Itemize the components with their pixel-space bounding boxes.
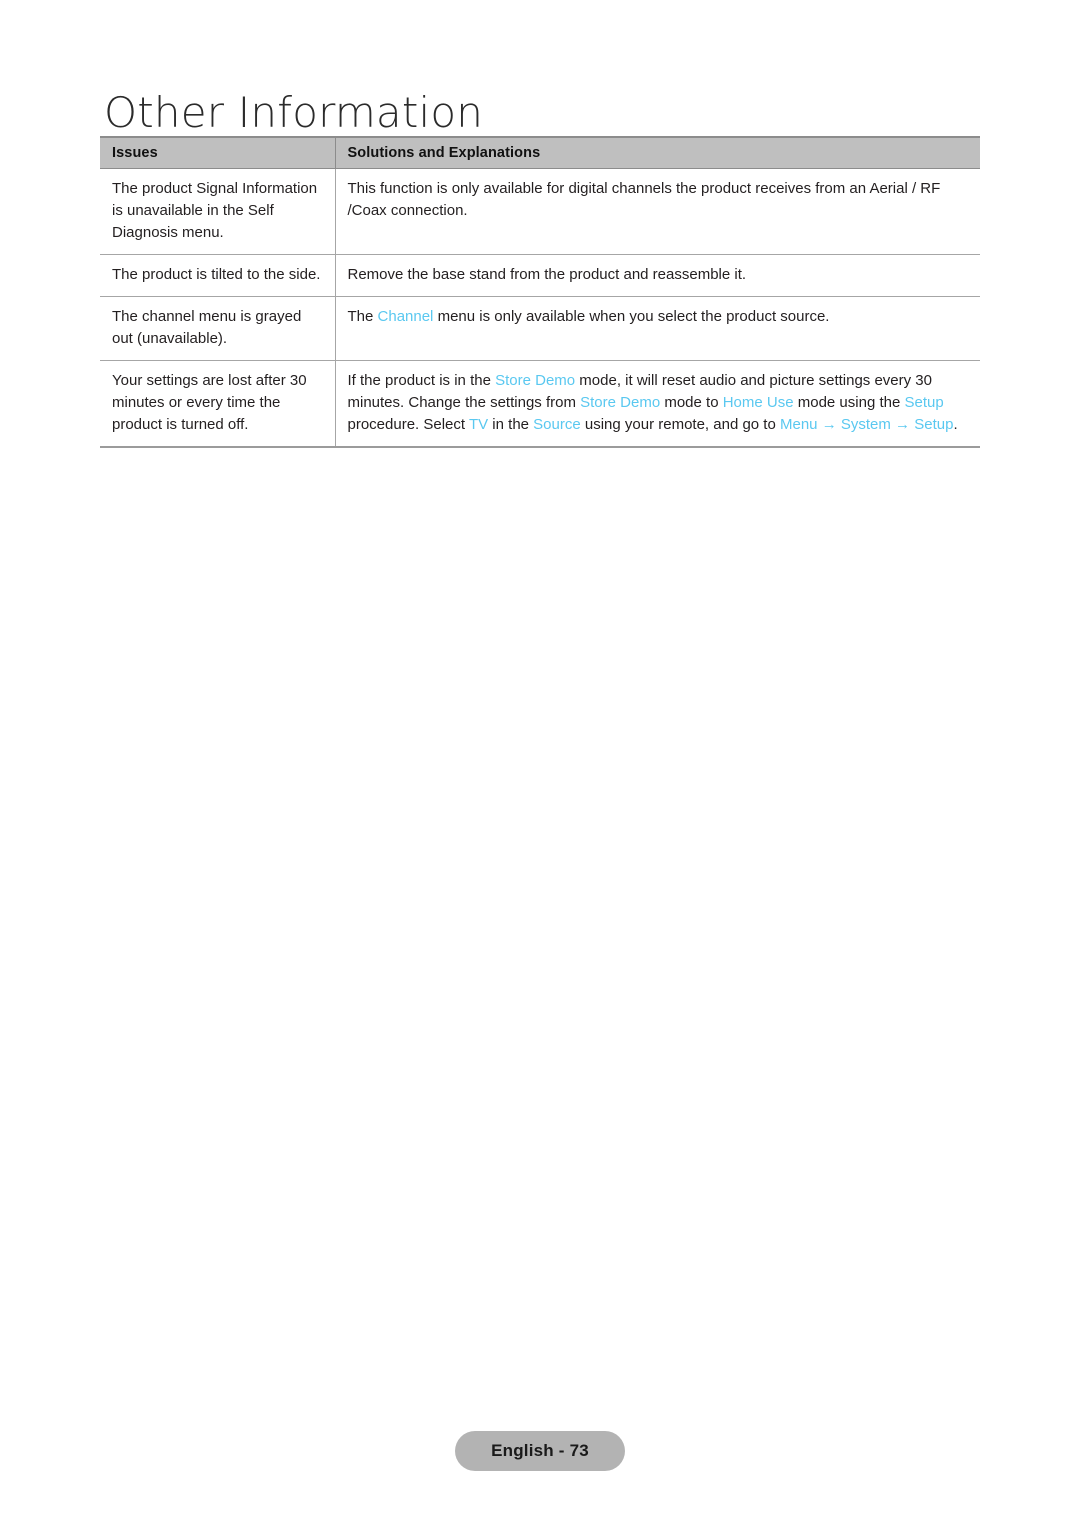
solution-text: mode to [660,394,723,412]
solution-text: procedure. Select [347,416,469,434]
solution-cell: If the product is in the Store Demo mode… [335,360,980,449]
menu-term: TV [468,416,489,434]
menu-term: → [817,416,841,434]
menu-term: Menu [780,416,818,434]
solution-text: If the product is in the [347,372,496,390]
issue-cell: The channel menu is grayed out (unavaila… [100,296,336,362]
solution-text: menu is only available when you select t… [433,308,830,326]
table-header-row: Issues Solutions and Explanations [100,136,980,169]
page-number-label: English - 73 [491,1441,589,1460]
column-header-solutions: Solutions and Explanations [335,136,980,169]
solution-text: . [953,416,958,434]
solution-text: in the [488,416,534,434]
solution-cell: The Channel menu is only available when … [335,296,980,362]
table-body: The product Signal Information is unavai… [100,168,980,449]
menu-term: Store Demo [580,394,661,412]
table-row: Your settings are lost after 30 minutes … [100,360,980,449]
solution-text: The [347,308,378,326]
issue-cell: Your settings are lost after 30 minutes … [100,360,336,449]
menu-term: Source [533,416,581,434]
menu-term: Setup [904,394,944,412]
solution-cell: This function is only available for digi… [335,168,980,256]
menu-term: Store Demo [495,372,576,390]
solution-text: using your remote, and go to [580,416,780,434]
solution-text: mode using the [793,394,905,412]
menu-term: System [840,416,891,434]
page-footer-badge: English - 73 [455,1431,625,1471]
table-row: The product Signal Information is unavai… [100,168,980,256]
solution-cell: Remove the base stand from the product a… [335,254,980,298]
menu-term: → [890,416,915,434]
menu-term: Home Use [722,394,794,412]
document-page: Other Information Issues Solutions and E… [0,0,1080,1519]
page-title: Other Information [104,88,484,138]
column-header-issues: Issues [100,136,336,169]
troubleshooting-table: Issues Solutions and Explanations The pr… [100,136,980,449]
solution-text: This function is only available for digi… [347,180,941,220]
table-row: The product is tilted to the side. Remove… [100,254,980,298]
menu-term: Setup [914,416,954,434]
issue-cell: The product Signal Information is unavai… [100,168,336,256]
menu-term: Channel [377,308,434,326]
table-row: The channel menu is grayed out (unavaila… [100,296,980,362]
solution-text: Remove the base stand from the product a… [347,266,747,284]
issue-cell: The product is tilted to the side. [100,254,336,298]
